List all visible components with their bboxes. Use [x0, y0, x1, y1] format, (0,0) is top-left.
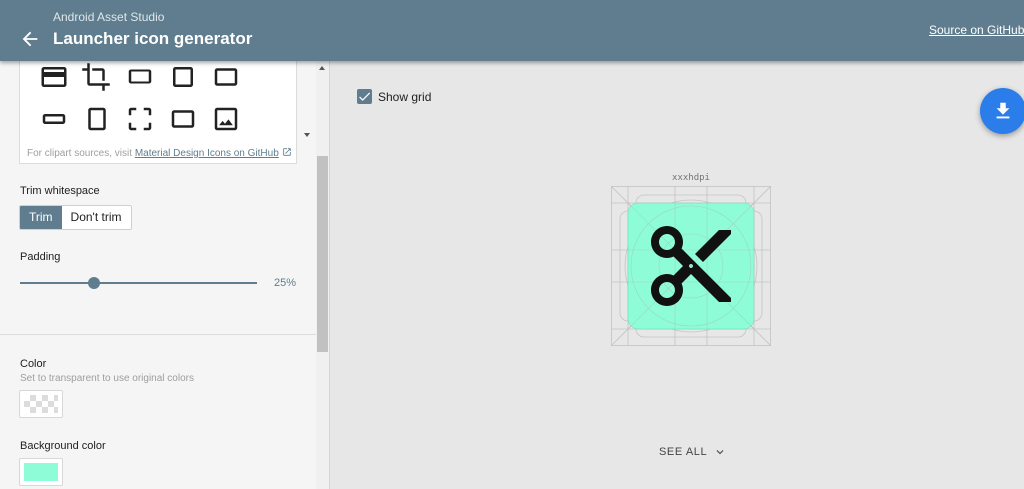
padding-value: 25%: [274, 277, 297, 289]
see-all-label: SEE ALL: [659, 446, 708, 458]
dont-trim-button[interactable]: Don't trim: [62, 206, 131, 229]
crop-wide-icon[interactable]: [39, 104, 69, 134]
color-label: Color: [20, 358, 47, 370]
background-color-swatch[interactable]: [19, 458, 63, 486]
checkbox-checked-icon[interactable]: [357, 89, 372, 104]
download-icon: [996, 102, 1010, 119]
trim-toggle-group: Trim Don't trim: [19, 205, 132, 230]
app-header: Android Asset Studio Launcher icon gener…: [0, 0, 1024, 61]
clipart-footer-text: For clipart sources, visit: [27, 148, 135, 159]
download-button[interactable]: [980, 88, 1024, 134]
crop-free-icon[interactable]: [125, 104, 155, 134]
scroll-up-arrow-icon[interactable]: [319, 66, 325, 70]
chevron-down-icon: [716, 450, 724, 455]
color-hint: Set to transparent to use original color…: [20, 373, 194, 384]
crop-square-icon[interactable]: [168, 62, 198, 92]
source-on-github-link[interactable]: Source on GitHub: [929, 23, 1024, 37]
material-icons-link[interactable]: Material Design Icons on GitHub: [135, 148, 279, 159]
page-title: Launcher icon generator: [53, 29, 253, 48]
padding-slider-track[interactable]: [20, 282, 257, 284]
padding-slider-thumb[interactable]: [87, 277, 100, 289]
image-icon[interactable]: [211, 104, 241, 134]
external-link-icon: [283, 148, 291, 156]
trim-whitespace-label: Trim whitespace: [20, 185, 100, 197]
crop-landscape-icon[interactable]: [125, 62, 155, 92]
see-all-button[interactable]: SEE ALL: [659, 445, 727, 459]
panel-scroll-thumb[interactable]: [317, 156, 328, 352]
background-color-label: Background color: [20, 440, 106, 452]
crop-landscape-icon[interactable]: [211, 62, 241, 92]
crop-portrait-icon[interactable]: [82, 104, 112, 134]
app-name: Android Asset Studio: [53, 10, 165, 24]
crop-icon[interactable]: [81, 62, 111, 92]
color-swatch[interactable]: [19, 390, 63, 418]
padding-label: Padding: [20, 251, 61, 263]
show-grid-label: Show grid: [378, 89, 432, 104]
crop-landscape-icon[interactable]: [168, 104, 198, 134]
background-color-fill: [24, 463, 58, 481]
clipart-footer: For clipart sources, visit Material Desi…: [19, 143, 297, 164]
panel-scrollbar[interactable]: [316, 61, 329, 489]
settings-panel: For clipart sources, visit Material Desi…: [0, 61, 330, 489]
density-label: xxxhdpi: [672, 173, 710, 183]
back-arrow-icon[interactable]: [19, 28, 41, 50]
show-grid-checkbox[interactable]: Show grid: [357, 89, 431, 104]
clipart-scroll-down-icon[interactable]: [304, 133, 310, 137]
launcher-icon-preview: [611, 186, 771, 346]
transparent-checker: [24, 395, 58, 413]
section-divider: [0, 334, 316, 335]
card-icon[interactable]: [39, 62, 69, 92]
trim-button[interactable]: Trim: [20, 206, 62, 229]
